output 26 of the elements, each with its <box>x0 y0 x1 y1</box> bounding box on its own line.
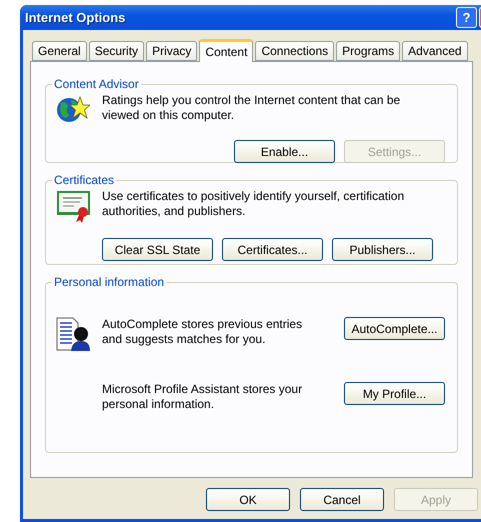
tab[interactable]: General <box>32 41 87 61</box>
tab[interactable]: Programs <box>336 41 400 61</box>
document-person-icon <box>56 317 90 351</box>
push-button[interactable]: My Profile... <box>344 382 445 405</box>
window-title: Internet Options <box>25 10 126 25</box>
push-button[interactable]: Publishers... <box>332 238 433 261</box>
dialog-button[interactable]: OK <box>206 488 290 511</box>
dialog-button[interactable]: Cancel <box>300 488 384 511</box>
group-title: Personal information <box>53 275 166 289</box>
tab[interactable]: Privacy <box>146 41 198 61</box>
description-text: Ratings help you control the Internet content that can be viewed on this computer. <box>102 93 402 123</box>
tab[interactable]: Content <box>199 39 254 62</box>
tab[interactable]: Connections <box>255 41 334 61</box>
push-button[interactable]: Clear SSL State <box>102 238 213 261</box>
help-button[interactable]: ? <box>456 7 477 28</box>
push-button[interactable]: AutoComplete... <box>344 317 445 340</box>
push-button[interactable]: Certificates... <box>222 238 323 261</box>
tab[interactable]: Advanced <box>402 41 468 61</box>
certificate-icon <box>56 189 90 223</box>
description-text: Use certificates to positively identify yourself, certification authorities, and publishers. <box>102 189 406 219</box>
group-title: Certificates <box>53 173 116 187</box>
group-title: Content Advisor <box>53 77 140 91</box>
description-text: AutoComplete stores previous entries and suggests matches for you. <box>102 317 304 347</box>
tab[interactable]: Security <box>88 41 144 61</box>
push-button[interactable]: Enable... <box>234 140 335 163</box>
description-text: Microsoft Profile Assistant stores your personal information. <box>102 382 304 412</box>
